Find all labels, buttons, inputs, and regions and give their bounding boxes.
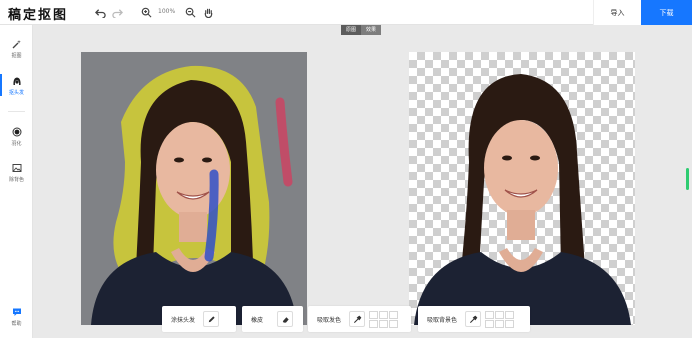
pick-bg-color-tool[interactable]: 吸取背景色 bbox=[418, 306, 530, 332]
sidebar-item-label: 羽化 bbox=[11, 141, 22, 147]
eyedropper-icon[interactable] bbox=[349, 311, 366, 327]
import-button[interactable]: 导入 bbox=[593, 0, 641, 25]
view-original-button[interactable]: 原图 bbox=[341, 25, 361, 35]
sidebar-item-label: 帮助 bbox=[11, 321, 22, 327]
sidebar-item-cutout[interactable]: 抠图 bbox=[0, 35, 33, 65]
zoom-in-icon[interactable] bbox=[140, 6, 153, 19]
pick-hair-color-tool[interactable]: 吸取发色 bbox=[308, 306, 411, 332]
hair-color-swatches[interactable] bbox=[369, 310, 399, 328]
sidebar-item-label: 除背色 bbox=[8, 177, 24, 183]
hair-icon bbox=[12, 76, 22, 86]
view-toggle: 原图 效果 bbox=[341, 25, 381, 35]
hand-icon[interactable] bbox=[202, 6, 215, 19]
pencil-icon[interactable] bbox=[203, 311, 220, 327]
original-photo bbox=[91, 65, 297, 325]
zoom-out-icon[interactable] bbox=[184, 6, 197, 19]
eraser-label: 橡皮 bbox=[251, 316, 264, 324]
magic-wand-icon bbox=[12, 39, 22, 49]
sidebar-item-label: 抠图 bbox=[11, 53, 22, 59]
app-logo: 稿定抠图 bbox=[8, 8, 69, 23]
remove-brush-stroke bbox=[275, 97, 293, 187]
sidebar-item-remove-bg-color[interactable]: 除背色 bbox=[0, 159, 33, 189]
sidebar-divider bbox=[8, 111, 25, 112]
keep-brush-stroke bbox=[204, 169, 219, 262]
sidebar-item-label: 抠头发 bbox=[8, 90, 24, 96]
top-bar: 稿定抠图 100% 导入 下载 bbox=[0, 0, 692, 25]
feather-icon bbox=[12, 127, 22, 137]
bg-color-swatches[interactable] bbox=[485, 310, 515, 328]
vertical-scrollbar[interactable] bbox=[686, 168, 689, 190]
pick-bg-color-label: 吸取背景色 bbox=[427, 316, 458, 324]
sidebar: 抠图 抠头发 羽化 除背色 帮助 bbox=[0, 25, 33, 338]
eyedropper-icon[interactable] bbox=[465, 311, 482, 327]
eraser-icon[interactable] bbox=[277, 311, 294, 327]
result-photo bbox=[414, 74, 631, 325]
original-canvas[interactable] bbox=[81, 52, 307, 325]
undo-icon[interactable] bbox=[94, 6, 107, 19]
view-result-button[interactable]: 效果 bbox=[361, 25, 381, 35]
help-chat-icon bbox=[12, 307, 22, 317]
redo-icon[interactable] bbox=[111, 6, 124, 19]
sidebar-item-hair[interactable]: 抠头发 bbox=[0, 72, 33, 102]
sidebar-item-help[interactable]: 帮助 bbox=[0, 303, 33, 333]
result-canvas bbox=[409, 52, 635, 325]
pick-hair-color-label: 吸取发色 bbox=[317, 316, 342, 324]
sidebar-item-feather[interactable]: 羽化 bbox=[0, 123, 33, 153]
paint-hair-tool[interactable]: 涂抹头发 bbox=[162, 306, 236, 332]
face bbox=[156, 122, 230, 218]
zoom-level: 100% bbox=[158, 8, 176, 15]
face bbox=[484, 120, 558, 216]
image-icon bbox=[12, 163, 22, 173]
paint-hair-label: 涂抹头发 bbox=[171, 316, 196, 324]
eraser-tool[interactable]: 橡皮 bbox=[242, 306, 303, 332]
download-button[interactable]: 下载 bbox=[641, 0, 692, 25]
